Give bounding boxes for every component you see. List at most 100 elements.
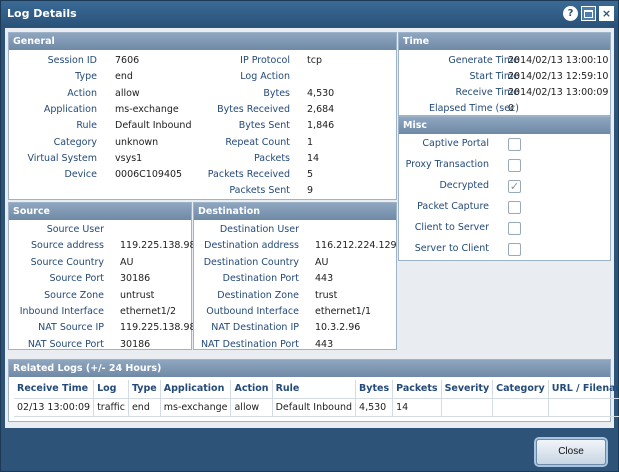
table-cell: ms-exchange — [160, 398, 232, 417]
table-cell — [548, 398, 619, 417]
close-icon[interactable]: × — [599, 6, 614, 21]
field-row: Start Time 2014/02/13 12:59:10 — [399, 71, 612, 87]
time-header: Time — [399, 33, 610, 50]
field-label: NAT Destination IP — [211, 322, 299, 334]
misc-header: Misc — [399, 117, 610, 134]
column-header[interactable]: Packets — [392, 380, 442, 399]
field-row: Repeat Count 1 — [9, 137, 398, 153]
field-value: 14 — [307, 152, 320, 164]
field-row: Log Action — [9, 71, 398, 87]
field-row: Source Port 30186 — [9, 273, 193, 289]
field-value: 30186 — [120, 338, 151, 350]
related-logs-table: Receive Time Log Type Application Action Rule… — [14, 380, 619, 417]
table-cell: Default Inbound — [272, 398, 357, 417]
checkbox-captive-portal[interactable] — [508, 138, 521, 151]
maximize-icon[interactable] — [581, 6, 596, 21]
field-value: 119.225.138.98 — [120, 322, 196, 334]
table-cell — [492, 398, 549, 417]
misc-option-label: Proxy Transaction — [405, 159, 489, 170]
checkbox-packet-capture[interactable] — [508, 201, 521, 214]
checkbox-proxy-transaction[interactable] — [508, 159, 521, 172]
column-header[interactable]: Receive Time — [14, 380, 95, 399]
column-header[interactable]: Application — [160, 380, 232, 399]
field-label: NAT Source IP — [38, 322, 104, 334]
table-row[interactable]: 02/13 13:00:09 traffic end ms-exchange allow… — [14, 398, 619, 417]
field-value: 119.225.138.98 — [120, 240, 196, 252]
column-header[interactable]: Rule — [272, 380, 357, 399]
field-row: Bytes Sent 1,846 — [9, 120, 398, 136]
field-label: Source User — [46, 224, 104, 235]
destination-panel: Destination Destination User Destination … — [193, 202, 397, 350]
field-label: Outbound Interface — [206, 306, 299, 317]
column-header[interactable]: Category — [492, 380, 549, 399]
field-label: NAT Destination Port — [200, 338, 299, 350]
field-value: 10.3.2.96 — [315, 322, 361, 334]
field-value: 443 — [315, 338, 334, 350]
field-row: NAT Destination IP 10.3.2.96 — [194, 322, 398, 338]
dialog-content: General Session ID 7606 Type end Action allow… — [5, 28, 619, 428]
misc-option-row: Proxy Transaction — [399, 159, 612, 175]
misc-option-label: Client to Server — [414, 222, 489, 233]
field-row: Receive Time 2014/02/13 13:00:09 — [399, 87, 612, 103]
window-title: Log Details — [7, 7, 77, 20]
general-panel: General Session ID 7606 Type end Action allow… — [8, 32, 397, 200]
general-header: General — [9, 33, 396, 50]
column-header[interactable]: URL / Filename — [548, 380, 619, 399]
field-label: Bytes Received — [217, 103, 290, 115]
field-label: Source Zone — [44, 289, 104, 301]
check-icon: ✓ — [509, 180, 520, 193]
field-row: Generate Time 2014/02/13 13:00:10 — [399, 55, 612, 71]
field-label: Bytes Sent — [238, 120, 290, 132]
checkbox-server-to-client[interactable] — [508, 243, 521, 256]
field-row: Outbound Interface ethernet1/1 — [194, 306, 398, 322]
field-value: 1,846 — [307, 120, 335, 132]
field-value: AU — [120, 256, 134, 268]
table-cell: 02/13 13:00:09 — [14, 398, 95, 417]
column-header[interactable]: Type — [128, 380, 161, 399]
misc-option-row: Captive Portal — [399, 138, 612, 154]
time-panel: Time Generate Time 2014/02/13 13:00:10 Sta… — [398, 32, 611, 116]
field-value: 30186 — [120, 273, 151, 285]
field-row: Source Zone untrust — [9, 290, 193, 306]
field-label: NAT Source Port — [27, 338, 104, 350]
field-label: Destination Port — [222, 273, 299, 285]
table-cell: end — [128, 398, 161, 417]
field-label: Destination Zone — [217, 289, 299, 301]
field-label: Destination Country — [203, 256, 299, 268]
column-header[interactable]: Severity — [441, 380, 494, 399]
column-header[interactable]: Bytes — [355, 380, 394, 399]
field-value: 4,530 — [307, 87, 335, 99]
help-icon[interactable]: ? — [563, 6, 578, 21]
field-value: ethernet1/2 — [120, 306, 177, 317]
misc-option-row: Server to Client — [399, 243, 612, 259]
checkbox-decrypted[interactable]: ✓ — [508, 180, 521, 193]
field-label: Elapsed Time (sec) — [428, 103, 519, 114]
misc-option-row: Decrypted ✓ — [399, 180, 612, 196]
field-value: 2014/02/13 12:59:10 — [508, 71, 609, 82]
column-header[interactable]: Log — [93, 380, 129, 399]
field-value: ethernet1/1 — [315, 306, 372, 317]
field-label: Bytes — [263, 87, 290, 99]
misc-option-label: Decrypted — [439, 180, 489, 191]
field-row: Packets 14 — [9, 153, 398, 169]
field-row: Source User — [9, 224, 193, 240]
field-label: IP Protocol — [240, 55, 290, 66]
source-panel: Source Source User Source address 119.225.… — [8, 202, 196, 350]
column-header[interactable]: Action — [230, 380, 273, 399]
field-value: 2014/02/13 13:00:09 — [508, 87, 609, 98]
field-row: NAT Source Port 30186 — [9, 339, 193, 355]
field-value: 443 — [315, 273, 334, 285]
field-row: Source Country AU — [9, 257, 193, 273]
field-value: 1 — [307, 136, 314, 148]
table-cell: 4,530 — [355, 398, 394, 417]
field-row: IP Protocol tcp — [9, 55, 398, 71]
field-label: Destination User — [219, 224, 299, 235]
close-button[interactable]: Close — [536, 439, 606, 465]
field-row: Source address 119.225.138.98 — [9, 240, 196, 256]
checkbox-client-to-server[interactable] — [508, 222, 521, 235]
field-value: trust — [315, 289, 338, 301]
field-label: Destination address — [204, 240, 299, 252]
misc-option-label: Server to Client — [414, 243, 489, 254]
field-row: Destination address 116.212.224.129 — [194, 240, 398, 256]
field-label: Repeat Count — [225, 136, 290, 148]
